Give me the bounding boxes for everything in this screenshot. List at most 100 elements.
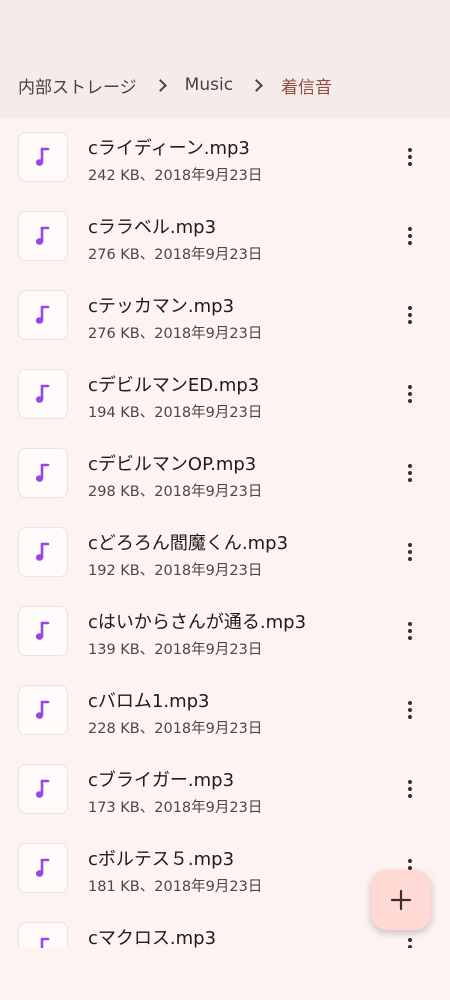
more-vert-dot [408,392,412,396]
file-row[interactable]: cブライガー.mp3 173 KB、2018年9月23日 [0,750,450,829]
more-vert-dot [408,399,412,403]
music-note-icon [35,779,50,798]
more-options-button[interactable] [396,932,424,948]
file-thumbnail [18,369,68,419]
breadcrumb-internal-storage[interactable]: 内部ストレージ [18,73,137,98]
more-vert-icon [408,859,412,863]
more-options-button[interactable] [396,537,424,567]
file-row[interactable]: cデビルマンED.mp3 194 KB、2018年9月23日 [0,355,450,434]
more-vert-icon [408,306,412,310]
more-vert-dot [408,787,412,791]
more-options-button[interactable] [396,616,424,646]
file-name: cどろろん閻魔くん.mp3 [88,533,289,554]
more-vert-icon [408,622,412,626]
file-name: cバロム1.mp3 [88,691,210,712]
more-vert-dot [408,162,412,166]
file-name: cララベル.mp3 [88,217,217,238]
more-options-button[interactable] [396,300,424,330]
music-note-icon [35,305,50,324]
more-vert-dot [408,557,412,561]
file-thumbnail [18,922,68,948]
file-name: cデビルマンOP.mp3 [88,454,257,475]
file-list[interactable]: cライディーン.mp3 242 KB、2018年9月23日 cララベル.mp3 276… [0,118,450,948]
more-options-button[interactable] [396,774,424,804]
music-note-icon [35,384,50,403]
file-name: cボルテス５.mp3 [88,849,235,870]
more-vert-icon [408,464,412,468]
more-vert-icon [408,148,412,152]
more-vert-dot [408,629,412,633]
file-meta: 228 KB、2018年9月23日 [88,721,263,737]
file-name: cはいからさんが通る.mp3 [88,612,307,633]
more-vert-dot [408,550,412,554]
more-options-button[interactable] [396,221,424,251]
file-meta: 192 KB、2018年9月23日 [88,563,263,579]
more-options-button[interactable] [396,458,424,488]
add-button[interactable] [371,870,431,930]
file-row[interactable]: cララベル.mp3 276 KB、2018年9月23日 [0,197,450,276]
music-note-icon [35,858,50,877]
file-meta: 181 KB、2018年9月23日 [88,879,263,895]
plus-icon [390,889,412,911]
breadcrumb: 内部ストレージ Music 着信音 [18,73,332,98]
more-vert-dot [408,715,412,719]
file-thumbnail [18,843,68,893]
music-note-icon [35,542,50,561]
file-thumbnail [18,527,68,577]
more-options-button[interactable] [396,379,424,409]
more-vert-icon [408,701,412,705]
file-thumbnail [18,290,68,340]
file-row[interactable]: cどろろん閻魔くん.mp3 192 KB、2018年9月23日 [0,513,450,592]
more-options-button[interactable] [396,695,424,725]
bottom-bar [0,948,450,1000]
file-meta: 139 KB、2018年9月23日 [88,642,263,658]
file-meta: 298 KB、2018年9月23日 [88,484,263,500]
more-vert-icon [408,938,412,942]
music-note-icon [35,226,50,245]
file-row[interactable]: cはいからさんが通る.mp3 139 KB、2018年9月23日 [0,592,450,671]
music-note-icon [35,463,50,482]
more-vert-icon [408,780,412,784]
music-note-icon [35,147,50,166]
file-row[interactable]: cライディーン.mp3 242 KB、2018年9月23日 [0,118,450,197]
file-meta: 194 KB、2018年9月23日 [88,405,263,421]
file-thumbnail [18,211,68,261]
file-thumbnail [18,685,68,735]
more-vert-dot [408,234,412,238]
file-thumbnail [18,606,68,656]
more-vert-dot [408,241,412,245]
more-vert-dot [408,155,412,159]
more-vert-dot [408,636,412,640]
file-meta: 173 KB、2018年9月23日 [88,800,263,816]
file-name: cブライガー.mp3 [88,770,235,791]
more-options-button[interactable] [396,142,424,172]
more-vert-icon [408,543,412,547]
breadcrumb-ringtones[interactable]: 着信音 [281,73,332,98]
more-vert-dot [408,471,412,475]
more-vert-dot [408,708,412,712]
more-vert-icon [408,227,412,231]
music-note-icon [35,621,50,640]
chevron-right-icon [245,73,269,97]
music-note-icon [40,937,50,948]
file-meta: 242 KB、2018年9月23日 [88,168,263,184]
file-meta: 276 KB、2018年9月23日 [88,247,263,263]
chevron-right-icon [149,73,173,97]
file-row[interactable]: cデビルマンOP.mp3 298 KB、2018年9月23日 [0,434,450,513]
file-name: cテッカマン.mp3 [88,296,235,317]
breadcrumb-music[interactable]: Music [185,75,233,95]
file-meta: 276 KB、2018年9月23日 [88,326,263,342]
file-thumbnail [18,764,68,814]
top-bar: 内部ストレージ Music 着信音 [0,0,450,118]
file-name: cマクロス.mp3 [88,928,217,948]
file-name: cライディーン.mp3 [88,138,250,159]
file-thumbnail [18,448,68,498]
music-note-icon [35,700,50,719]
more-vert-dot [408,320,412,324]
more-vert-dot [408,478,412,482]
more-vert-dot [408,794,412,798]
more-vert-dot [408,313,412,317]
file-row[interactable]: cバロム1.mp3 228 KB、2018年9月23日 [0,671,450,750]
file-thumbnail [18,132,68,182]
file-row[interactable]: cテッカマン.mp3 276 KB、2018年9月23日 [0,276,450,355]
